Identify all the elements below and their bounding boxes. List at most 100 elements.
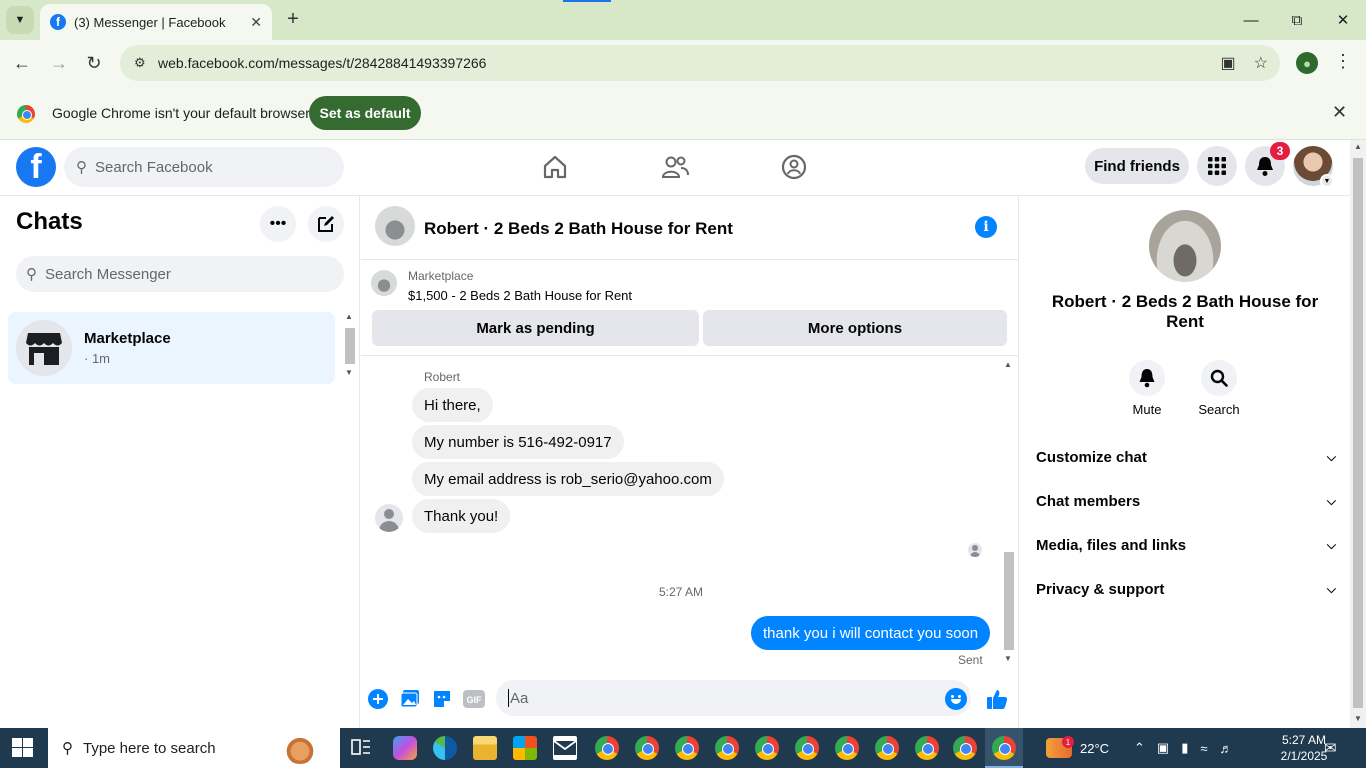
scrollbar-thumb[interactable] (1353, 158, 1363, 708)
chrome-icon[interactable] (595, 736, 619, 760)
close-infobar-icon[interactable]: ✕ (1332, 102, 1347, 123)
profile-icon[interactable]: ● (1296, 52, 1318, 74)
chevron-down-icon[interactable]: ▼ (1320, 174, 1334, 188)
message-bubble[interactable]: My email address is rob_serio@yahoo.com (412, 462, 724, 496)
forward-button[interactable]: → (46, 50, 72, 76)
chrome-icon[interactable] (715, 736, 739, 760)
home-icon[interactable] (540, 152, 570, 182)
scroll-down-icon[interactable]: ▼ (1004, 654, 1012, 663)
new-tab-button[interactable]: + (282, 8, 304, 30)
windows-start-icon[interactable] (12, 738, 34, 758)
conversation-avatar[interactable] (375, 206, 415, 246)
page-scrollbar[interactable]: ▲ ▼ (1350, 140, 1366, 728)
info-icon[interactable]: i (975, 216, 997, 238)
weather-temperature[interactable]: 22°C (1080, 728, 1109, 768)
media-files-links-section[interactable]: Media, files and links ⌵ (1036, 533, 1336, 557)
back-button[interactable]: ← (9, 50, 35, 76)
notification-center-icon[interactable]: ✉ (1324, 728, 1337, 768)
groups-icon[interactable] (779, 152, 809, 182)
scroll-up-icon[interactable]: ▲ (345, 312, 353, 321)
message-bubble[interactable]: Thank you! (412, 499, 511, 533)
chrome-icon[interactable] (953, 736, 977, 760)
messenger-search-input[interactable]: ⚲ Search Messenger (16, 256, 344, 292)
conversation-title[interactable]: Robert · 2 Beds 2 Bath House for Rent (424, 219, 733, 239)
scroll-down-icon[interactable]: ▼ (345, 368, 353, 377)
close-window-button[interactable]: ✕ (1320, 0, 1366, 40)
taskbar-clock[interactable]: 5:27 AM 2/1/2025 (1280, 732, 1328, 764)
chat-list-item-marketplace[interactable]: Marketplace · 1m (8, 312, 335, 384)
chrome-icon[interactable] (915, 736, 939, 760)
reload-button[interactable]: ↻ (81, 50, 107, 76)
new-message-button[interactable] (308, 206, 344, 242)
message-bubble[interactable]: Hi there, (412, 388, 493, 422)
find-friends-button[interactable]: Find friends (1085, 148, 1189, 184)
scrollbar-thumb[interactable] (345, 328, 355, 364)
scroll-down-icon[interactable]: ▼ (1354, 714, 1362, 723)
sender-avatar[interactable] (375, 504, 403, 532)
chat-members-section[interactable]: Chat members ⌵ (1036, 489, 1336, 513)
chrome-icon[interactable] (675, 736, 699, 760)
set-as-default-button[interactable]: Set as default (309, 96, 421, 130)
browser-tab-messenger[interactable]: f (3) Messenger | Facebook ✕ (40, 4, 272, 40)
site-info-icon[interactable]: ⚙ (134, 55, 150, 71)
edge-icon[interactable] (433, 736, 457, 760)
facebook-logo-icon[interactable]: f (16, 147, 56, 187)
scroll-up-icon[interactable]: ▲ (1004, 360, 1012, 369)
plus-circle-icon[interactable] (367, 688, 389, 710)
microsoft-store-icon[interactable] (513, 736, 537, 760)
mark-as-pending-button[interactable]: Mark as pending (372, 310, 699, 346)
chrome-icon[interactable] (635, 736, 659, 760)
search-in-conversation-button[interactable]: Search (1189, 360, 1249, 417)
chrome-icon[interactable] (795, 736, 819, 760)
conversation-scrollbar[interactable]: ▲ ▼ (1002, 360, 1016, 666)
gif-icon[interactable]: GIF (463, 688, 485, 710)
url-text[interactable]: web.facebook.com/messages/t/284288414933… (158, 55, 486, 71)
copilot-icon[interactable] (393, 736, 417, 760)
volume-icon[interactable]: ♬ (1220, 741, 1233, 756)
message-input[interactable]: Aa (496, 680, 971, 716)
facebook-header: f ⚲ Search Facebook Find friends 3 ▼ (0, 140, 1350, 196)
chat-list-scrollbar[interactable]: ▲ ▼ (343, 312, 357, 382)
task-view-icon[interactable] (350, 736, 374, 760)
scrollbar-thumb[interactable] (1004, 552, 1014, 650)
facebook-search-placeholder: Search Facebook (95, 158, 213, 176)
listing-title[interactable]: $1,500 - 2 Beds 2 Bath House for Rent (408, 288, 632, 303)
info-panel-avatar[interactable] (1149, 210, 1221, 282)
thumbs-up-icon[interactable] (986, 688, 1008, 710)
privacy-support-section[interactable]: Privacy & support ⌵ (1036, 577, 1336, 601)
taskbar-search-box[interactable]: ⚲ Type here to search (48, 728, 340, 768)
restore-button[interactable]: ⧉ (1274, 0, 1320, 40)
browser-menu-icon[interactable]: ⋮ (1334, 51, 1352, 72)
address-bar[interactable]: ⚙ web.facebook.com/messages/t/2842884149… (120, 45, 1280, 81)
file-explorer-icon[interactable] (473, 736, 497, 760)
more-options-button[interactable]: More options (703, 310, 1007, 346)
wifi-icon[interactable]: ≈ (1200, 741, 1207, 756)
install-app-icon[interactable]: ▣ (1221, 53, 1236, 73)
tab-search-button[interactable]: ▼ (6, 6, 34, 34)
menu-grid-button[interactable] (1197, 146, 1237, 186)
photo-icon[interactable] (399, 688, 421, 710)
sticker-icon[interactable] (431, 688, 453, 710)
chrome-icon[interactable] (992, 736, 1016, 760)
svg-text:GIF: GIF (467, 695, 483, 705)
message-bubble[interactable]: My number is 516-492-0917 (412, 425, 624, 459)
chevron-up-icon[interactable]: ⌃ (1134, 740, 1145, 756)
friends-icon[interactable] (660, 152, 690, 182)
listing-thumbnail[interactable] (371, 270, 397, 296)
battery-icon[interactable]: ▮ (1181, 740, 1188, 756)
sent-message-bubble[interactable]: thank you i will contact you soon (751, 616, 991, 650)
scroll-up-icon[interactable]: ▲ (1354, 142, 1362, 151)
customize-chat-section[interactable]: Customize chat ⌵ (1036, 445, 1336, 469)
close-tab-icon[interactable]: ✕ (250, 14, 262, 31)
mute-button[interactable]: Mute (1117, 360, 1177, 417)
meet-now-icon[interactable]: ▣ (1157, 740, 1169, 756)
chats-options-button[interactable]: ••• (260, 206, 296, 242)
facebook-search-input[interactable]: ⚲ Search Facebook (64, 147, 344, 187)
chrome-icon[interactable] (875, 736, 899, 760)
mail-icon[interactable] (553, 736, 577, 760)
emoji-icon[interactable] (945, 688, 967, 710)
bookmark-star-icon[interactable]: ☆ (1254, 53, 1268, 73)
chrome-icon[interactable] (835, 736, 859, 760)
chrome-icon[interactable] (755, 736, 779, 760)
minimize-button[interactable]: — (1228, 0, 1274, 40)
